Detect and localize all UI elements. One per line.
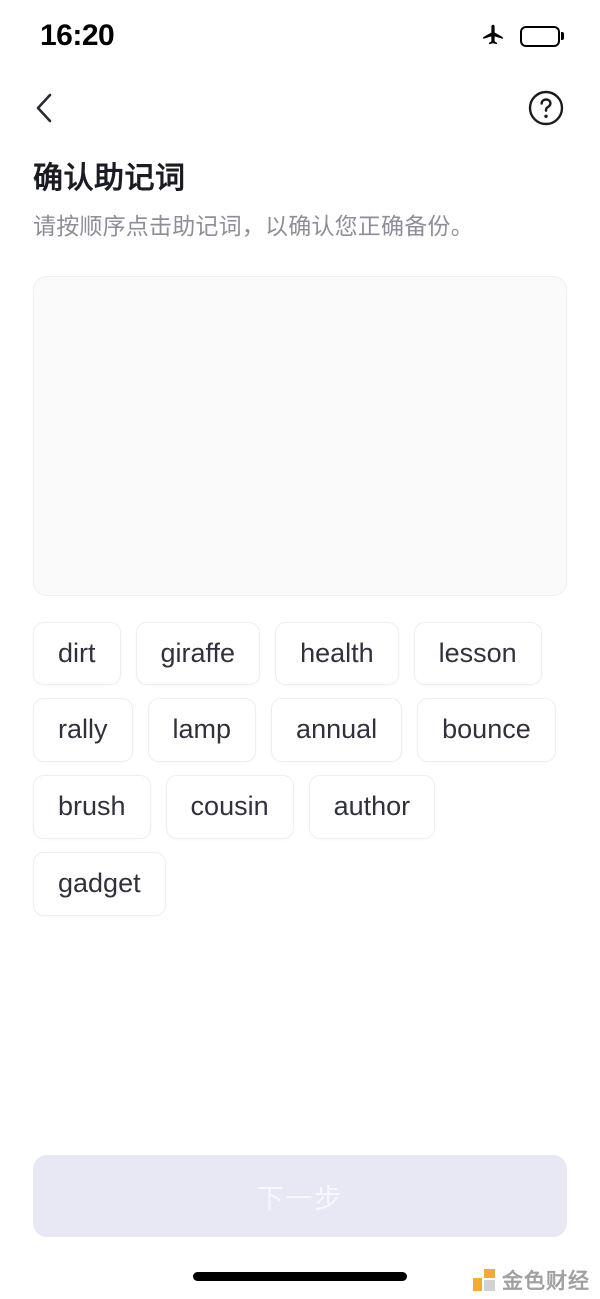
battery-body [520,25,560,47]
page-title: 确认助记词 [33,162,186,195]
word-chip[interactable]: lamp [147,698,257,763]
page-subtitle: 请按顺序点击助记词，以确认您正确备份。 [33,212,474,239]
navigation-bar [0,72,600,144]
battery-cap [561,32,564,40]
layout-spacer [0,916,600,1155]
word-chip[interactable]: author [308,775,436,839]
home-indicator[interactable] [193,1271,407,1281]
word-chip[interactable]: annual [271,698,403,763]
chevron-left-icon [36,93,52,123]
watermark-logo-icon [473,1269,495,1291]
word-chip[interactable]: rally [33,698,133,763]
status-indicators [480,21,564,52]
header-block: 确认助记词 请按顺序点击助记词，以确认您正确备份。 [0,144,600,242]
word-chip[interactable]: giraffe [135,621,261,686]
status-time: 16:20 [40,19,115,52]
status-bar: 16:20 [0,0,600,72]
home-indicator-row: 金色财经 [0,1253,600,1299]
watermark: 金色财经 [473,1265,590,1295]
word-chip[interactable]: gadget [33,851,166,916]
question-circle-icon [528,90,564,126]
word-bank: dirt giraffe health lesson rally lamp annual bo… [33,621,567,916]
airplane-mode-icon [480,21,506,52]
word-chip[interactable]: cousin [165,775,294,839]
footer: 下一步 [0,1155,600,1237]
phone-screen: 16:20 确认助记词 请按顺序点击助记词，以确认您正确备份。 dirt gir… [0,0,600,1299]
help-button[interactable] [524,86,568,130]
word-chip[interactable]: bounce [417,698,556,763]
word-chip[interactable]: brush [33,775,151,839]
battery-icon [520,25,564,47]
word-chip[interactable]: lesson [413,621,542,686]
next-button[interactable]: 下一步 [33,1155,567,1237]
word-chip[interactable]: health [275,621,399,686]
selected-words-area[interactable] [33,275,567,596]
back-button[interactable] [22,86,66,130]
word-chip[interactable]: dirt [33,621,121,686]
watermark-text: 金色财经 [502,1270,590,1293]
